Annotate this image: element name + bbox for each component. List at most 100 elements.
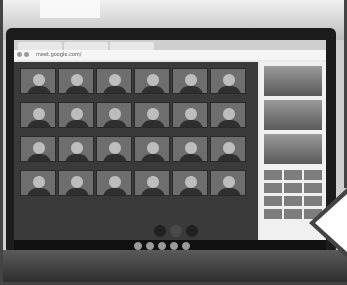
camera-icon[interactable] bbox=[186, 225, 198, 237]
photo-stage: meet.google.com/ bbox=[0, 0, 347, 285]
participant-tile[interactable] bbox=[172, 102, 208, 128]
participant-face bbox=[71, 176, 83, 188]
participant-body bbox=[103, 154, 127, 161]
side-grid-cell[interactable] bbox=[284, 196, 302, 206]
participant-body bbox=[65, 86, 89, 93]
participant-tile[interactable] bbox=[96, 136, 132, 162]
back-icon[interactable] bbox=[17, 52, 22, 57]
participant-body bbox=[65, 120, 89, 127]
participant-face bbox=[185, 176, 197, 188]
participant-tile[interactable] bbox=[96, 170, 132, 196]
participant-tile[interactable] bbox=[134, 170, 170, 196]
participant-face bbox=[71, 142, 83, 154]
frame-left bbox=[0, 0, 3, 285]
participant-body bbox=[217, 154, 241, 161]
side-grid-cell[interactable] bbox=[264, 170, 282, 180]
participant-face bbox=[147, 108, 159, 120]
hangup-icon[interactable] bbox=[170, 225, 182, 237]
participant-tile[interactable] bbox=[172, 136, 208, 162]
files-icon[interactable] bbox=[146, 242, 154, 250]
participant-body bbox=[141, 120, 165, 127]
side-grid-cell[interactable] bbox=[264, 183, 282, 193]
foreground-shadow bbox=[0, 250, 347, 285]
participant-face bbox=[33, 176, 45, 188]
mic-icon[interactable] bbox=[154, 225, 166, 237]
participant-face bbox=[33, 108, 45, 120]
participant-body bbox=[27, 188, 51, 195]
meet-icon[interactable] bbox=[182, 242, 190, 250]
participant-body bbox=[27, 86, 51, 93]
participant-face bbox=[71, 74, 83, 86]
participant-body bbox=[27, 120, 51, 127]
participant-face bbox=[147, 74, 159, 86]
participant-tile[interactable] bbox=[58, 136, 94, 162]
caption-text bbox=[20, 200, 250, 208]
participant-body bbox=[179, 188, 203, 195]
laptop-screen: meet.google.com/ bbox=[14, 40, 326, 240]
settings-icon[interactable] bbox=[170, 242, 178, 250]
side-grid-cell[interactable] bbox=[264, 209, 282, 219]
participant-tile[interactable] bbox=[172, 68, 208, 94]
participant-face bbox=[109, 142, 121, 154]
side-thumbnail[interactable] bbox=[264, 134, 322, 164]
participant-tile[interactable] bbox=[134, 136, 170, 162]
chrome-icon[interactable] bbox=[134, 242, 142, 250]
participant-face bbox=[223, 74, 235, 86]
side-grid-cell[interactable] bbox=[284, 170, 302, 180]
participant-face bbox=[223, 142, 235, 154]
participant-tile[interactable] bbox=[210, 102, 246, 128]
participant-tile[interactable] bbox=[58, 102, 94, 128]
participant-tile[interactable] bbox=[172, 170, 208, 196]
side-grid-cell[interactable] bbox=[284, 183, 302, 193]
participant-body bbox=[103, 86, 127, 93]
participant-face bbox=[109, 74, 121, 86]
participant-tile[interactable] bbox=[96, 68, 132, 94]
participant-face bbox=[71, 108, 83, 120]
participant-face bbox=[33, 142, 45, 154]
side-grid-cell[interactable] bbox=[264, 196, 282, 206]
participant-face bbox=[147, 176, 159, 188]
side-thumbnail[interactable] bbox=[264, 66, 322, 96]
participant-tile[interactable] bbox=[20, 170, 56, 196]
participant-tile[interactable] bbox=[20, 68, 56, 94]
participant-face bbox=[223, 176, 235, 188]
participant-tile[interactable] bbox=[96, 102, 132, 128]
side-thumbnail[interactable] bbox=[264, 100, 322, 130]
participant-tile[interactable] bbox=[134, 102, 170, 128]
participant-face bbox=[185, 108, 197, 120]
participant-face bbox=[33, 74, 45, 86]
participant-face bbox=[223, 108, 235, 120]
participant-tile[interactable] bbox=[20, 136, 56, 162]
participant-face bbox=[185, 74, 197, 86]
participant-body bbox=[141, 154, 165, 161]
side-grid-cell[interactable] bbox=[284, 209, 302, 219]
participant-body bbox=[141, 86, 165, 93]
side-grid-cell[interactable] bbox=[304, 170, 322, 180]
participant-tile[interactable] bbox=[58, 170, 94, 196]
speech-pointer-inner bbox=[315, 194, 347, 252]
participant-body bbox=[103, 120, 127, 127]
address-bar[interactable]: meet.google.com/ bbox=[14, 50, 326, 60]
forward-icon[interactable] bbox=[24, 52, 29, 57]
window-glare bbox=[40, 0, 100, 18]
participant-tile[interactable] bbox=[210, 68, 246, 94]
participant-face bbox=[109, 108, 121, 120]
participant-body bbox=[103, 188, 127, 195]
url-text: meet.google.com/ bbox=[36, 52, 82, 58]
participant-body bbox=[217, 120, 241, 127]
participant-tile[interactable] bbox=[210, 136, 246, 162]
participant-face bbox=[185, 142, 197, 154]
participant-tile[interactable] bbox=[134, 68, 170, 94]
browser-tab[interactable] bbox=[64, 42, 108, 50]
participant-tile[interactable] bbox=[210, 170, 246, 196]
participant-tile[interactable] bbox=[58, 68, 94, 94]
participant-body bbox=[65, 188, 89, 195]
camera-icon[interactable] bbox=[158, 242, 166, 250]
browser-tab[interactable] bbox=[18, 42, 62, 50]
participant-tile[interactable] bbox=[20, 102, 56, 128]
participant-body bbox=[179, 154, 203, 161]
participant-body bbox=[179, 120, 203, 127]
participant-body bbox=[217, 188, 241, 195]
browser-tab[interactable] bbox=[110, 42, 154, 50]
participant-body bbox=[217, 86, 241, 93]
